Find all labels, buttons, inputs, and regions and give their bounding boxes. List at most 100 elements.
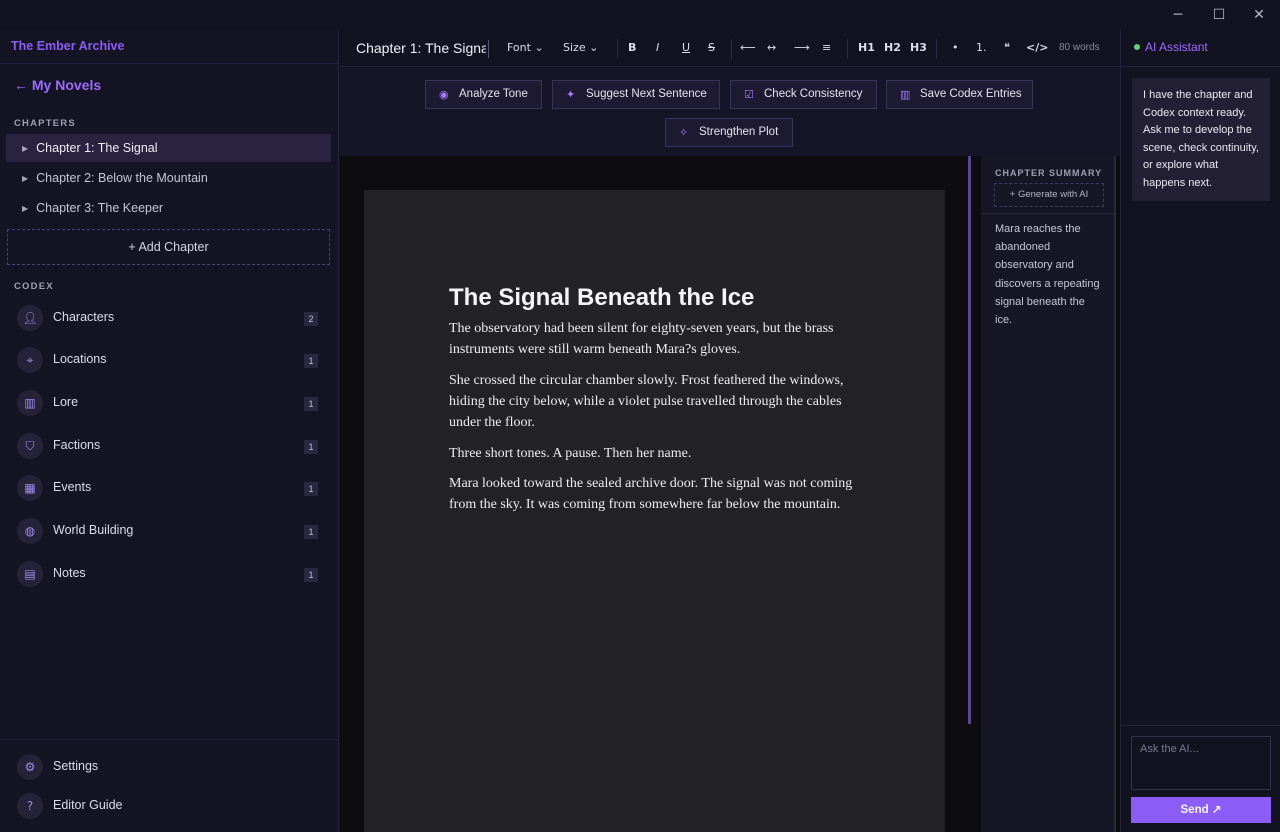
- globe-icon: ◍: [17, 518, 43, 544]
- chapter-label: Chapter 3: The Keeper: [36, 201, 164, 215]
- font-dropdown[interactable]: Font ⌄: [507, 41, 544, 54]
- bold-button[interactable]: B: [628, 41, 636, 54]
- sparkle-icon: ✦: [566, 88, 576, 101]
- generate-summary-button[interactable]: + Generate with AI: [994, 183, 1104, 207]
- maximize-icon[interactable]: ☐: [1209, 5, 1229, 25]
- chapter-item[interactable]: ▶ Chapter 1: The Signal: [6, 134, 331, 162]
- codex-label: Events: [53, 480, 92, 494]
- divider: [617, 39, 618, 59]
- heading-1-button[interactable]: H1: [858, 41, 875, 54]
- expand-arrow-icon[interactable]: ▶: [22, 144, 28, 153]
- expand-arrow-icon[interactable]: ▶: [22, 204, 28, 213]
- size-dropdown[interactable]: Size ⌄: [563, 41, 598, 54]
- editor-guide-label: Editor Guide: [53, 798, 123, 812]
- shield-icon: ⛉: [17, 433, 43, 459]
- back-to-novels-link[interactable]: ← My Novels: [14, 77, 101, 93]
- align-left-button[interactable]: ⟵: [740, 41, 756, 54]
- settings-button[interactable]: ⚙ Settings: [17, 752, 317, 782]
- send-button[interactable]: Send ↗: [1131, 797, 1271, 823]
- expand-arrow-icon[interactable]: ▶: [22, 174, 28, 183]
- quote-button[interactable]: ❝: [1004, 41, 1010, 54]
- chapter-label: Chapter 2: Below the Mountain: [36, 171, 208, 185]
- save-codex-entries-button[interactable]: ▥ Save Codex Entries: [886, 80, 1033, 109]
- count-badge: 1: [304, 568, 318, 582]
- chevron-down-icon: ⌄: [534, 41, 544, 54]
- check-consistency-label: Check Consistency: [764, 88, 863, 100]
- check-consistency-button[interactable]: ☑ Check Consistency: [730, 80, 877, 109]
- codex-label: World Building: [53, 523, 134, 537]
- codex-item-world-building[interactable]: ◍ World Building 1: [17, 516, 322, 546]
- paragraph[interactable]: Three short tones. A pause. Then her nam…: [449, 443, 864, 464]
- chevron-down-icon: ⌄: [589, 41, 599, 54]
- document-icon: ▤: [17, 561, 43, 587]
- paragraph[interactable]: Mara looked toward the sealed archive do…: [449, 473, 864, 515]
- editor-canvas: The Signal Beneath the Ice The observato…: [340, 156, 1120, 832]
- analyze-tone-label: Analyze Tone: [459, 88, 528, 100]
- chapter-item[interactable]: ▶ Chapter 3: The Keeper: [6, 194, 331, 222]
- divider: [731, 39, 732, 59]
- codex-label: Lore: [53, 395, 79, 409]
- paragraph[interactable]: She crossed the circular chamber slowly.…: [449, 370, 864, 433]
- codex-item-notes[interactable]: ▤ Notes 1: [17, 559, 322, 589]
- divider: [847, 39, 848, 59]
- align-center-button[interactable]: ↔: [767, 41, 776, 54]
- ai-assistant-title: AI Assistant: [1145, 40, 1208, 54]
- codex-item-characters[interactable]: 👤︎ Characters 2: [17, 303, 322, 333]
- numbered-list-button[interactable]: 1.: [976, 41, 987, 54]
- word-count: 80 words: [1059, 42, 1100, 53]
- summary-text[interactable]: Mara reaches the abandoned observatory a…: [995, 220, 1103, 329]
- document-heading[interactable]: The Signal Beneath the Ice: [449, 284, 754, 312]
- help-icon: ?: [17, 793, 43, 819]
- close-icon[interactable]: ✕: [1249, 5, 1269, 25]
- underline-button[interactable]: U: [682, 41, 690, 54]
- codex-label: Characters: [53, 310, 115, 324]
- divider: [0, 63, 339, 64]
- ai-assistant-panel: AI Assistant I have the chapter and Code…: [1120, 30, 1280, 832]
- formatting-toolbar: Chapter 1: The Signal Font ⌄ Size ⌄ B I …: [340, 30, 1120, 67]
- chapter-title-field[interactable]: Chapter 1: The Signal: [356, 40, 486, 56]
- count-badge: 1: [304, 354, 318, 368]
- chapter-summary-panel: CHAPTER SUMMARY + Generate with AI Mara …: [981, 156, 1116, 832]
- bullet-list-button[interactable]: •: [952, 41, 959, 54]
- location-pin-icon: ⌖: [17, 347, 43, 373]
- status-dot: [1134, 44, 1140, 50]
- codex-label: Notes: [53, 566, 86, 580]
- chapter-item[interactable]: ▶ Chapter 2: Below the Mountain: [6, 164, 331, 192]
- paragraph[interactable]: The observatory had been silent for eigh…: [449, 318, 864, 360]
- ask-ai-input[interactable]: [1131, 736, 1271, 790]
- codex-item-lore[interactable]: ▥ Lore 1: [17, 388, 322, 418]
- document-page[interactable]: The Signal Beneath the Ice The observato…: [364, 190, 945, 832]
- align-right-button[interactable]: ⟶: [794, 41, 810, 54]
- analyze-tone-button[interactable]: ◉ Analyze Tone: [425, 80, 542, 109]
- codex-label: Factions: [53, 438, 101, 452]
- book-save-icon: ▥: [900, 88, 911, 101]
- editor-main: Chapter 1: The Signal Font ⌄ Size ⌄ B I …: [340, 30, 1120, 832]
- heading-2-button[interactable]: H2: [884, 41, 901, 54]
- font-label: Font: [507, 41, 531, 54]
- codex-item-events[interactable]: ▦ Events 1: [17, 473, 322, 503]
- count-badge: 1: [304, 440, 318, 454]
- codex-item-factions[interactable]: ⛉ Factions 1: [17, 431, 322, 461]
- divider: [981, 213, 1116, 214]
- editor-guide-button[interactable]: ? Editor Guide: [17, 791, 317, 821]
- scrollbar[interactable]: [968, 156, 971, 724]
- heading-3-button[interactable]: H3: [910, 41, 927, 54]
- italic-button[interactable]: I: [656, 41, 659, 54]
- summary-heading: CHAPTER SUMMARY: [995, 168, 1103, 178]
- justify-button[interactable]: ≡: [822, 41, 831, 54]
- wand-icon: ✧: [679, 126, 689, 139]
- count-badge: 1: [304, 482, 318, 496]
- window-titlebar: ─ ☐ ✕: [0, 0, 1280, 30]
- divider: [1121, 725, 1280, 726]
- codex-item-locations[interactable]: ⌖ Locations 1: [17, 345, 322, 375]
- suggest-next-sentence-button[interactable]: ✦ Suggest Next Sentence: [552, 80, 720, 109]
- codex-heading: CODEX: [14, 281, 54, 292]
- code-button[interactable]: </>: [1026, 41, 1048, 54]
- person-icon: 👤︎: [17, 305, 43, 331]
- strengthen-plot-button[interactable]: ✧ Strengthen Plot: [665, 118, 793, 147]
- minimize-icon[interactable]: ─: [1168, 5, 1188, 25]
- add-chapter-button[interactable]: + Add Chapter: [7, 229, 330, 265]
- chapters-heading: CHAPTERS: [14, 118, 76, 129]
- checklist-icon: ☑: [744, 88, 754, 101]
- strikethrough-button[interactable]: S: [708, 41, 715, 54]
